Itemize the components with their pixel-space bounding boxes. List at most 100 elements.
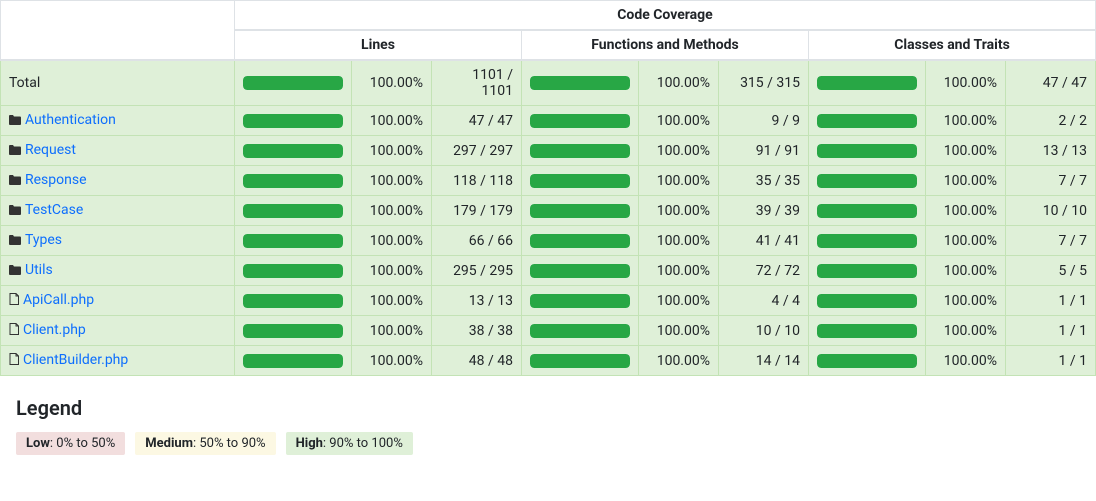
progress-bar-cell bbox=[522, 136, 639, 166]
progress-fill bbox=[243, 234, 343, 248]
folder-icon bbox=[9, 173, 21, 189]
row-link[interactable]: Authentication bbox=[25, 112, 116, 128]
progress bbox=[817, 174, 917, 188]
funcs-pct: 100.00% bbox=[639, 136, 719, 166]
lines-ratio: 66 / 66 bbox=[432, 226, 522, 256]
progress-bar-cell bbox=[522, 346, 639, 376]
row-link[interactable]: Request bbox=[25, 142, 76, 158]
progress-fill bbox=[530, 234, 630, 248]
progress bbox=[817, 324, 917, 338]
lines-ratio: 297 / 297 bbox=[432, 136, 522, 166]
progress-fill bbox=[817, 264, 917, 278]
progress bbox=[817, 76, 917, 90]
row-link[interactable]: ApiCall.php bbox=[23, 292, 94, 308]
funcs-ratio: 39 / 39 bbox=[719, 196, 809, 226]
progress-bar-cell bbox=[235, 196, 352, 226]
progress-bar-cell bbox=[235, 316, 352, 346]
row-link[interactable]: TestCase bbox=[25, 202, 83, 218]
progress-bar-cell bbox=[235, 166, 352, 196]
lines-pct: 100.00% bbox=[352, 196, 432, 226]
row-name: Types bbox=[1, 226, 235, 256]
table-row: Request100.00%297 / 297100.00%91 / 91100… bbox=[1, 136, 1096, 166]
progress bbox=[817, 234, 917, 248]
funcs-ratio: 72 / 72 bbox=[719, 256, 809, 286]
table-row: Response100.00%118 / 118100.00%35 / 3510… bbox=[1, 166, 1096, 196]
table-row: ClientBuilder.php100.00%48 / 48100.00%14… bbox=[1, 346, 1096, 376]
row-name: Response bbox=[1, 166, 235, 196]
progress-bar-cell bbox=[809, 166, 926, 196]
folder-icon bbox=[9, 203, 21, 219]
file-icon bbox=[9, 293, 19, 309]
progress bbox=[243, 324, 343, 338]
funcs-pct: 100.00% bbox=[639, 286, 719, 316]
progress-fill bbox=[817, 234, 917, 248]
lines-ratio: 179 / 179 bbox=[432, 196, 522, 226]
progress-fill bbox=[817, 174, 917, 188]
progress-fill bbox=[243, 114, 343, 128]
funcs-ratio: 9 / 9 bbox=[719, 106, 809, 136]
table-row: Total100.00%1101 / 1101100.00%315 / 3151… bbox=[1, 60, 1096, 106]
folder-icon bbox=[9, 233, 21, 249]
funcs-ratio: 4 / 4 bbox=[719, 286, 809, 316]
funcs-pct: 100.00% bbox=[639, 60, 719, 106]
lines-ratio: 295 / 295 bbox=[432, 256, 522, 286]
folder-icon bbox=[9, 263, 21, 279]
lines-ratio: 47 / 47 bbox=[432, 106, 522, 136]
progress-fill bbox=[530, 354, 630, 368]
progress bbox=[530, 144, 630, 158]
row-name-total: Total bbox=[1, 60, 235, 106]
row-link[interactable]: ClientBuilder.php bbox=[23, 352, 128, 368]
progress-bar-cell bbox=[235, 286, 352, 316]
progress bbox=[530, 174, 630, 188]
header-empty-left bbox=[1, 1, 235, 61]
progress-fill bbox=[243, 144, 343, 158]
lines-ratio: 38 / 38 bbox=[432, 316, 522, 346]
progress-fill bbox=[817, 144, 917, 158]
lines-pct: 100.00% bbox=[352, 346, 432, 376]
progress-bar-cell bbox=[522, 60, 639, 106]
funcs-pct: 100.00% bbox=[639, 166, 719, 196]
progress bbox=[817, 294, 917, 308]
folder-icon bbox=[9, 143, 21, 159]
progress bbox=[530, 324, 630, 338]
row-name: ApiCall.php bbox=[1, 286, 235, 316]
progress-bar-cell bbox=[809, 136, 926, 166]
progress bbox=[243, 174, 343, 188]
progress-bar-cell bbox=[522, 316, 639, 346]
row-link[interactable]: Utils bbox=[25, 262, 53, 278]
classes-ratio: 7 / 7 bbox=[1006, 226, 1096, 256]
progress-bar-cell bbox=[809, 226, 926, 256]
progress-fill bbox=[817, 204, 917, 218]
lines-pct: 100.00% bbox=[352, 106, 432, 136]
funcs-ratio: 14 / 14 bbox=[719, 346, 809, 376]
legend-title: Legend bbox=[16, 396, 1096, 420]
progress bbox=[817, 144, 917, 158]
progress-bar-cell bbox=[809, 60, 926, 106]
progress-bar-cell bbox=[809, 106, 926, 136]
row-name: ClientBuilder.php bbox=[1, 346, 235, 376]
classes-ratio: 5 / 5 bbox=[1006, 256, 1096, 286]
row-link[interactable]: Client.php bbox=[23, 322, 86, 338]
header-main: Code Coverage bbox=[235, 1, 1096, 31]
progress bbox=[243, 76, 343, 90]
progress bbox=[817, 264, 917, 278]
header-functions: Functions and Methods bbox=[522, 30, 809, 60]
lines-ratio: 13 / 13 bbox=[432, 286, 522, 316]
progress-bar-cell bbox=[809, 256, 926, 286]
classes-pct: 100.00% bbox=[926, 136, 1006, 166]
table-row: Types100.00%66 / 66100.00%41 / 41100.00%… bbox=[1, 226, 1096, 256]
row-link[interactable]: Types bbox=[25, 232, 62, 248]
progress-fill bbox=[530, 174, 630, 188]
classes-pct: 100.00% bbox=[926, 106, 1006, 136]
funcs-ratio: 315 / 315 bbox=[719, 60, 809, 106]
lines-ratio: 118 / 118 bbox=[432, 166, 522, 196]
progress-fill bbox=[530, 144, 630, 158]
progress bbox=[243, 204, 343, 218]
funcs-ratio: 35 / 35 bbox=[719, 166, 809, 196]
row-link[interactable]: Response bbox=[25, 172, 87, 188]
folder-icon bbox=[9, 113, 21, 129]
row-name: TestCase bbox=[1, 196, 235, 226]
classes-ratio: 10 / 10 bbox=[1006, 196, 1096, 226]
progress-bar-cell bbox=[522, 166, 639, 196]
progress-fill bbox=[530, 324, 630, 338]
